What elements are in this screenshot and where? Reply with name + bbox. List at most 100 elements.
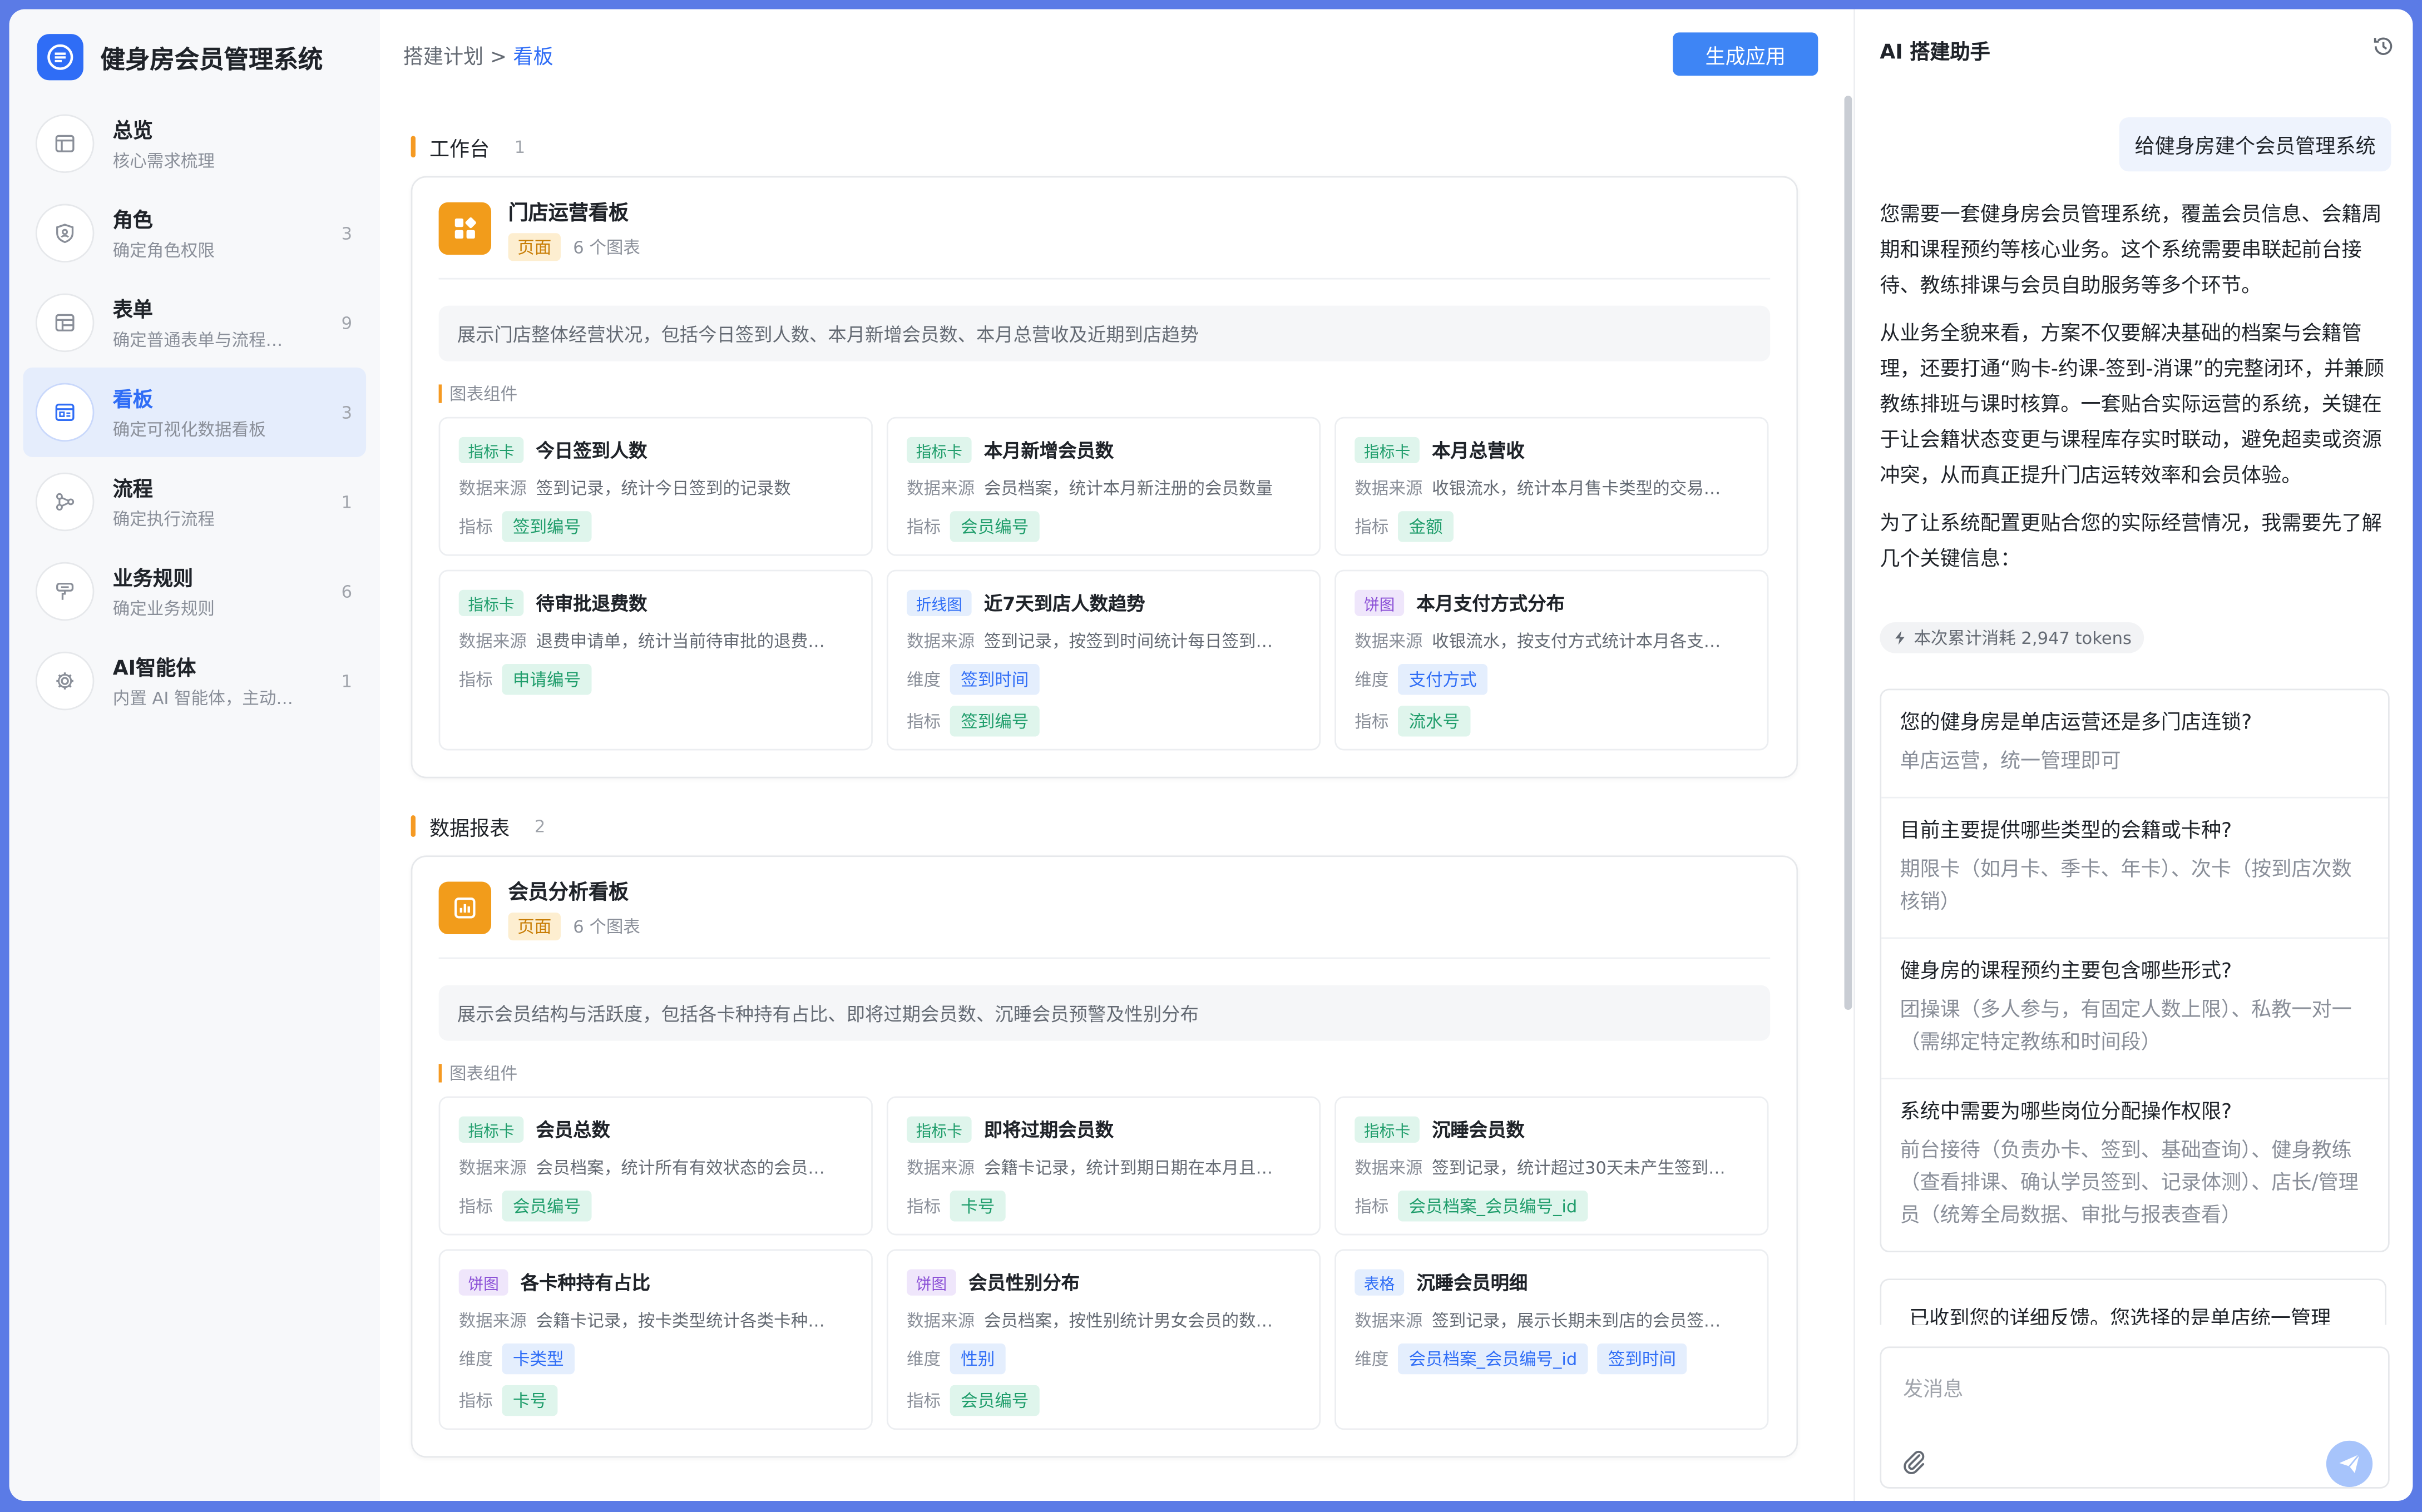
chart-type-tag: 指标卡	[1355, 1116, 1420, 1142]
metric-field: 签到编号	[950, 705, 1040, 737]
dimension-label: 维度	[458, 1349, 493, 1370]
generate-app-button[interactable]: 生成应用	[1673, 32, 1818, 76]
grid-icon	[438, 201, 492, 254]
sidebar-item-sub: 内置 AI 智能体，主动…	[112, 688, 293, 709]
sidebar-item-count: 1	[341, 492, 353, 512]
dimension-label: 维度	[1355, 1349, 1389, 1370]
sidebar-item-overview[interactable]: 总览 核心需求梳理	[23, 99, 366, 189]
source-text: 会员档案，统计本月新注册的会员数量	[983, 478, 1273, 499]
dimension-label: 维度	[1355, 670, 1389, 691]
qa-item[interactable]: 您的健身房是单店运营还是多门店连锁? 单店运营，统一管理即可	[1881, 690, 2388, 799]
metric-label: 指标	[906, 517, 941, 538]
board-card[interactable]: 会员分析看板 页面 6 个图表 展示会员结构与活跃度，包括各卡种持有占比、即将过…	[411, 855, 1798, 1458]
chart-card[interactable]: 饼图 各卡种持有占比 数据来源 会籍卡记录，按卡类型统计各类卡种… 维度 卡类型 指标…	[438, 1249, 873, 1430]
sidebar-item-dashboard[interactable]: 看板 确定可视化数据看板 3	[23, 367, 367, 457]
qa-question: 目前主要提供哪些类型的会籍或卡种?	[1900, 820, 2232, 844]
main-scrollbar[interactable]	[1844, 96, 1852, 1010]
board-header: 门店运营看板 页面 6 个图表	[438, 177, 1771, 280]
component-heading: 图表组件	[449, 1064, 518, 1084]
sidebar-item-count: 3	[341, 223, 353, 244]
bar-chart-icon	[438, 881, 492, 934]
metric-field: 会员编号	[950, 1385, 1040, 1416]
ai-reply-preview: 已收到您的详细反馈。您选择的是单店统一管理	[1880, 1278, 2387, 1325]
sidebar-item-roles[interactable]: 角色 确定角色权限 3	[23, 189, 366, 278]
breadcrumb-parent[interactable]: 搭建计划 >	[403, 46, 507, 70]
brand: 健身房会员管理系统	[37, 34, 323, 81]
sidebar-item-forms[interactable]: 表单 确定普通表单与流程… 9	[23, 278, 366, 368]
source-text: 签到记录，按签到时间统计每日签到…	[983, 631, 1273, 652]
qa-question: 健身房的课程预约主要包含哪些形式?	[1900, 960, 2232, 984]
chart-card[interactable]: 指标卡 本月总营收 数据来源 收银流水，统计本月售卡类型的交易… 指标 金额	[1334, 417, 1769, 556]
source-label: 数据来源	[906, 631, 975, 652]
history-icon[interactable]	[2371, 34, 2395, 65]
sidebar-item-count: 3	[341, 402, 353, 423]
source-text: 签到记录，展示长期未到店的会员签…	[1432, 1311, 1721, 1331]
chart-type-tag: 指标卡	[458, 436, 524, 463]
qa-item[interactable]: 目前主要提供哪些类型的会籍或卡种? 期限卡（如月卡、季卡、年卡）、次卡（按到店次…	[1881, 799, 2388, 939]
section-header: 工作台 1	[411, 123, 1798, 170]
send-button[interactable]	[2326, 1440, 2373, 1488]
chart-card[interactable]: 指标卡 会员总数 数据来源 会员档案，统计所有有效状态的会员… 指标 会员编号	[438, 1096, 873, 1236]
source-label: 数据来源	[906, 1311, 975, 1331]
lightning-icon	[1895, 631, 1905, 645]
ai-message: 您需要一套健身房会员管理系统，覆盖会员信息、会籍周期和课程预约等核心业务。这个系…	[1880, 197, 2389, 589]
metric-label: 指标	[458, 670, 493, 691]
sidebar-item-title: 角色	[112, 210, 153, 234]
metric-field: 会员编号	[502, 1190, 592, 1222]
dimension-field: 签到时间	[950, 664, 1040, 695]
chart-card[interactable]: 指标卡 沉睡会员数 数据来源 签到记录，统计超过30天未产生签到… 指标 会员档案_会…	[1334, 1096, 1769, 1236]
section-count: 1	[514, 136, 526, 157]
chart-count: 6 个图表	[573, 916, 640, 937]
chart-card[interactable]: 表格 沉睡会员明细 数据来源 签到记录，展示长期未到店的会员签… 维度 会员档案_会员…	[1334, 1249, 1769, 1430]
sidebar-item-rules[interactable]: 业务规则确定业务规则 6	[23, 547, 366, 636]
sidebar-item-title: 总览	[112, 120, 153, 144]
source-label: 数据来源	[458, 478, 527, 499]
metric-field: 卡号	[502, 1385, 558, 1416]
sidebar-item-count: 1	[341, 671, 353, 691]
sidebar-item-title: 业务规则	[112, 568, 194, 592]
source-text: 会籍卡记录，按卡类型统计各类卡种…	[536, 1311, 825, 1331]
board-header: 会员分析看板 页面 6 个图表	[438, 857, 1771, 959]
sidebar-item-sub: 确定业务规则	[112, 599, 215, 619]
message-input[interactable]	[1900, 1370, 2370, 1422]
ai-assistant-panel: AI 搭建助手 给健身房建个会员管理系统 您需要一套健身房会员管理系统，覆盖会员…	[1853, 9, 2413, 1501]
source-text: 收银流水，按支付方式统计本月各支…	[1432, 631, 1721, 652]
sidebar-item-sub: 确定执行流程	[112, 509, 215, 530]
page-tag: 页面	[508, 232, 561, 260]
chart-card[interactable]: 指标卡 即将过期会员数 数据来源 会籍卡记录，统计到期日期在本月且… 指标 卡号	[886, 1096, 1321, 1236]
sidebar: 健身房会员管理系统 总览 核心需求梳理 角色 确定角色权限 3 表单 确定普通表单与流…	[9, 9, 380, 1501]
qa-item[interactable]: 健身房的课程预约主要包含哪些形式? 团操课（多人参与，有固定人数上限）、私教一对…	[1881, 939, 2388, 1079]
metric-label: 指标	[906, 1391, 941, 1411]
dimension-field: 签到时间	[1597, 1343, 1687, 1375]
board-title: 门店运营看板	[508, 201, 629, 225]
send-icon	[2339, 1454, 2360, 1474]
source-text: 签到记录，统计超过30天未产生签到…	[1432, 1158, 1726, 1178]
shield-user-icon	[35, 204, 95, 263]
chart-card[interactable]: 饼图 会员性别分布 数据来源 会员档案，按性别统计男女会员的数… 维度 性别 指标 会员…	[886, 1249, 1321, 1430]
board-card[interactable]: 门店运营看板 页面 6 个图表 展示门店整体经营状况，包括今日签到人数、本月新增…	[411, 176, 1798, 779]
metric-label: 指标	[458, 517, 493, 538]
sidebar-item-title: 表单	[112, 299, 153, 323]
qa-answer: 团操课（多人参与，有固定人数上限）、私教一对一（需绑定特定教练和时间段）	[1900, 999, 2352, 1055]
metric-label: 指标	[1355, 517, 1389, 538]
dimension-field: 卡类型	[502, 1343, 575, 1375]
chart-card[interactable]: 指标卡 待审批退费数 数据来源 退费申请单，统计当前待审批的退费… 指标 申请编号	[438, 569, 873, 751]
app-logo-icon	[37, 34, 83, 81]
chart-card[interactable]: 折线图 近7天到店人数趋势 数据来源 签到记录，按签到时间统计每日签到… 维度 签到时…	[886, 569, 1321, 751]
qa-item[interactable]: 系统中需要为哪些岗位分配操作权限? 前台接待（负责办卡、签到、基础查询）、健身教…	[1881, 1079, 2388, 1251]
source-text: 退费申请单，统计当前待审批的退费…	[536, 631, 825, 652]
paperclip-icon[interactable]	[1900, 1447, 1927, 1481]
app-root: 健身房会员管理系统 总览 核心需求梳理 角色 确定角色权限 3 表单 确定普通表单与流…	[0, 0, 2422, 1512]
chart-title: 沉睡会员数	[1432, 1118, 1525, 1141]
ai-paragraph: 您需要一套健身房会员管理系统，覆盖会员信息、会籍周期和课程预约等核心业务。这个系…	[1880, 204, 2382, 298]
sidebar-item-count: 6	[341, 581, 353, 602]
sidebar-item-ai-agent[interactable]: AI智能体 内置 AI 智能体，主动… 1	[23, 636, 366, 726]
chart-card[interactable]: 饼图 本月支付方式分布 数据来源 收银流水，按支付方式统计本月各支… 维度 支付方式 …	[1334, 569, 1769, 751]
chart-type-tag: 指标卡	[458, 1116, 524, 1142]
chart-card[interactable]: 指标卡 本月新增会员数 数据来源 会员档案，统计本月新注册的会员数量 指标 会员编号	[886, 417, 1321, 556]
section-header: 数据报表 2	[411, 803, 1798, 849]
chart-type-tag: 表格	[1355, 1268, 1405, 1295]
chart-card[interactable]: 指标卡 今日签到人数 数据来源 签到记录，统计今日签到的记录数 指标 签到编号	[438, 417, 873, 556]
chart-type-tag: 折线图	[906, 589, 972, 616]
sidebar-item-process[interactable]: 流程 确定执行流程 1	[23, 457, 366, 547]
